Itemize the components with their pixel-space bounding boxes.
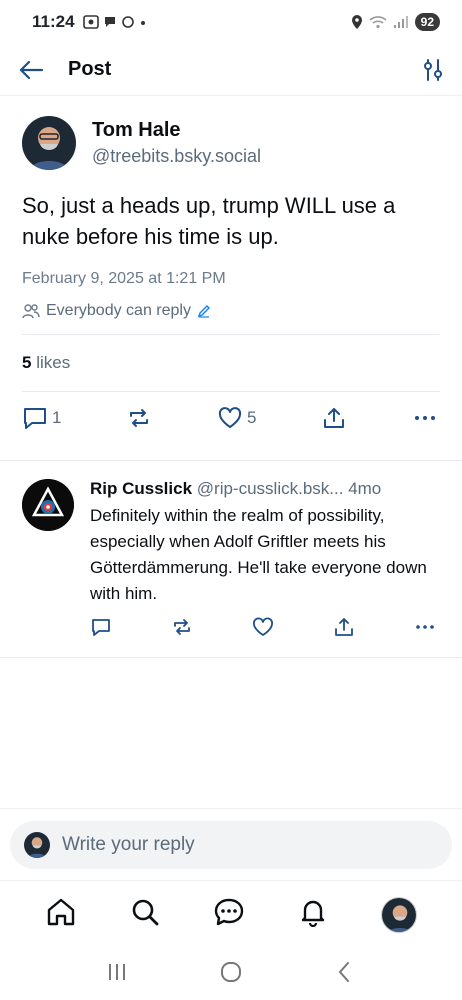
author-handle[interactable]: @treebits.bsky.social (92, 146, 261, 167)
signal-icon (393, 16, 408, 28)
sync-icon (121, 16, 134, 28)
bottom-nav (0, 880, 462, 948)
avatar (24, 832, 50, 858)
compose-bar: Write your reply (0, 808, 462, 880)
circle-home-icon (221, 961, 241, 982)
more-options-button[interactable] (412, 406, 438, 430)
repost-button[interactable] (126, 406, 152, 430)
location-icon (351, 15, 362, 29)
author-name[interactable]: Tom Hale (92, 119, 261, 142)
screenshot-icon (82, 15, 99, 29)
thread-settings-button[interactable] (422, 58, 444, 82)
avatar[interactable] (22, 479, 74, 531)
like-count: 5 (247, 408, 257, 427)
ellipsis-icon (415, 416, 435, 420)
reply-setting-label: Everybody can reply (46, 302, 191, 319)
chat-icon (104, 17, 115, 27)
ellipsis-icon (416, 625, 434, 629)
reply-post[interactable]: Rip Cusslick @rip-cusslick.bsk... 4mo De… (0, 460, 462, 658)
status-time: 11:24 (32, 12, 75, 31)
like-button[interactable]: 5 (217, 406, 256, 430)
reply-count: 1 (52, 408, 62, 427)
share-button[interactable] (321, 406, 347, 430)
nav-profile[interactable] (381, 896, 418, 933)
repost-icon (130, 409, 149, 427)
status-bar: 11:24 92 (0, 0, 462, 44)
repost-icon (174, 619, 190, 635)
back-button[interactable] (18, 59, 44, 81)
share-button[interactable] (333, 617, 355, 642)
page-title: Post (68, 58, 112, 80)
system-home-button[interactable] (219, 960, 243, 989)
share-icon (324, 408, 345, 428)
reply-icon (24, 408, 46, 429)
reply-author-name[interactable]: Rip Cusslick (90, 479, 192, 498)
more-options-button[interactable] (414, 617, 436, 642)
top-header: Post (0, 44, 462, 96)
status-right: 92 (351, 13, 440, 31)
avatar (382, 897, 417, 932)
reply-placeholder: Write your reply (62, 834, 195, 855)
bell-icon (301, 900, 325, 928)
reply-button[interactable]: 1 (22, 406, 61, 430)
likes-label: likes (31, 353, 71, 372)
sliders-icon (424, 58, 442, 81)
avatar[interactable] (22, 116, 76, 170)
post-actions: 1 5 (22, 392, 440, 442)
battery-indicator: 92 (414, 13, 440, 31)
post-author[interactable]: Tom Hale @treebits.bsky.social (22, 116, 440, 170)
recents-icon (109, 963, 125, 980)
reply-button[interactable] (90, 617, 112, 642)
reply-header: Rip Cusslick @rip-cusslick.bsk... 4mo (90, 479, 440, 499)
likes-summary[interactable]: 5 likes (22, 335, 440, 391)
reply-author-handle[interactable]: @rip-cusslick.bsk... (197, 479, 344, 498)
nav-chat[interactable] (213, 897, 245, 932)
home-icon (47, 898, 74, 926)
reply-input[interactable]: Write your reply (10, 821, 452, 869)
post-text: So, just a heads up, trump WILL use a nu… (22, 193, 396, 249)
chevron-left-icon (338, 961, 349, 982)
reply-actions (90, 617, 440, 642)
repost-button[interactable] (171, 617, 193, 642)
system-back-button[interactable] (333, 960, 357, 989)
system-nav (0, 948, 462, 1000)
people-icon (22, 304, 40, 319)
reply-text: Definitely within the realm of possibili… (90, 506, 427, 603)
recents-button[interactable] (105, 961, 129, 988)
main-post: Tom Hale @treebits.bsky.social So, just … (0, 100, 462, 442)
nav-notifications[interactable] (298, 897, 328, 932)
dot-icon (140, 21, 145, 25)
nav-search[interactable] (130, 897, 160, 932)
arrow-left-icon (19, 60, 44, 79)
chat-bubble-icon (214, 898, 244, 926)
heart-icon (218, 407, 242, 428)
share-icon (335, 618, 353, 636)
reply-setting-button[interactable]: Everybody can reply (22, 302, 440, 320)
reply-age: 4mo (348, 479, 382, 498)
pencil-icon (197, 305, 210, 318)
search-icon (132, 899, 159, 926)
notification-icons (82, 15, 147, 29)
nav-home[interactable] (45, 897, 77, 932)
reply-icon (92, 619, 110, 636)
post-date: February 9, 2025 at 1:21 PM (22, 270, 226, 287)
heart-icon (253, 617, 273, 636)
like-button[interactable] (252, 617, 274, 642)
wifi-icon (369, 16, 387, 29)
